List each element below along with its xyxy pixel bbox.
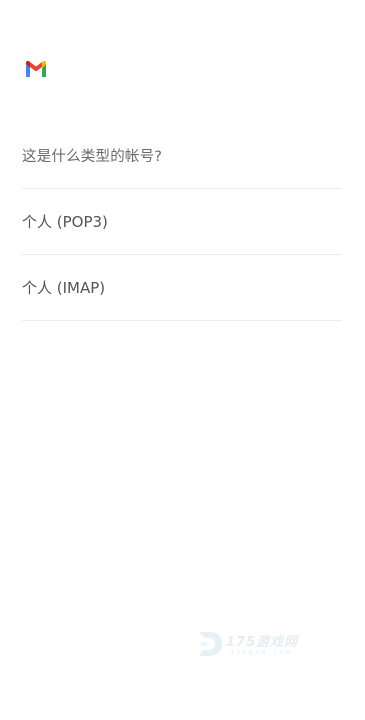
watermark-text: 175游戏网 [226,635,299,650]
watermark-logo-icon [199,632,222,656]
account-type-question: 这是什么类型的帐号? [22,149,163,165]
gmail-logo-icon [26,61,46,77]
option-personal-imap[interactable]: 个人 (IMAP) [0,255,365,319]
divider [22,320,342,321]
site-watermark: 175游戏网 175WAN.COM [196,628,326,662]
option-label: 个人 (IMAP) [22,279,106,297]
watermark-subtext: 175WAN.COM [230,649,293,657]
option-label: 个人 (POP3) [22,213,108,231]
option-personal-pop3[interactable]: 个人 (POP3) [0,189,365,253]
